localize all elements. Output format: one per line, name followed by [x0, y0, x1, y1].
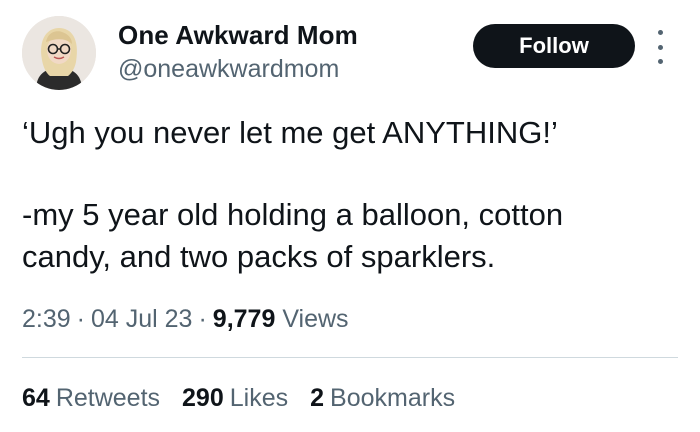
more-dot [657, 59, 663, 64]
retweets-count: 64 [22, 384, 50, 412]
more-dot [657, 30, 663, 35]
bookmarks-stat[interactable]: 2 Bookmarks [310, 384, 455, 413]
retweets-label: Retweets [55, 384, 161, 412]
more-dot [657, 44, 663, 50]
views-count: 9,779 [212, 305, 276, 333]
tweet-text-line: ‘Ugh you never let me get ANYTHING!’ [22, 115, 558, 150]
tweet-time[interactable]: 2:39 [22, 305, 71, 333]
tweet-text-line: candy, and two packs of sparklers. [22, 239, 496, 274]
likes-label: Likes [229, 384, 289, 412]
separator-dot: · [198, 305, 207, 333]
tweet-card: One Awkward Mom @oneawkwardmom Follow ‘U… [0, 0, 700, 432]
tweet-text-line: -my 5 year old holding a balloon, cotton [22, 197, 564, 232]
likes-stat[interactable]: 290 Likes [182, 384, 288, 413]
more-vertical-icon[interactable] [652, 30, 668, 64]
engagement-stats: 64 Retweets 290 Likes 2 Bookmarks [22, 384, 455, 413]
avatar-image [22, 16, 96, 90]
likes-count: 290 [182, 384, 224, 412]
bookmarks-label: Bookmarks [330, 384, 456, 412]
divider [22, 357, 678, 358]
retweets-stat[interactable]: 64 Retweets [22, 384, 160, 413]
tweet-date[interactable]: 04 Jul 23 [91, 305, 192, 333]
follow-button[interactable]: Follow [473, 24, 635, 68]
separator-dot: · [76, 305, 85, 333]
views-label: Views [282, 305, 349, 333]
avatar[interactable] [22, 16, 96, 90]
tweet-meta: 2:39 · 04 Jul 23 · 9,779 Views [22, 305, 349, 334]
user-handle[interactable]: @oneawkwardmom [118, 55, 339, 84]
bookmarks-count: 2 [310, 384, 325, 412]
display-name[interactable]: One Awkward Mom [118, 20, 358, 51]
